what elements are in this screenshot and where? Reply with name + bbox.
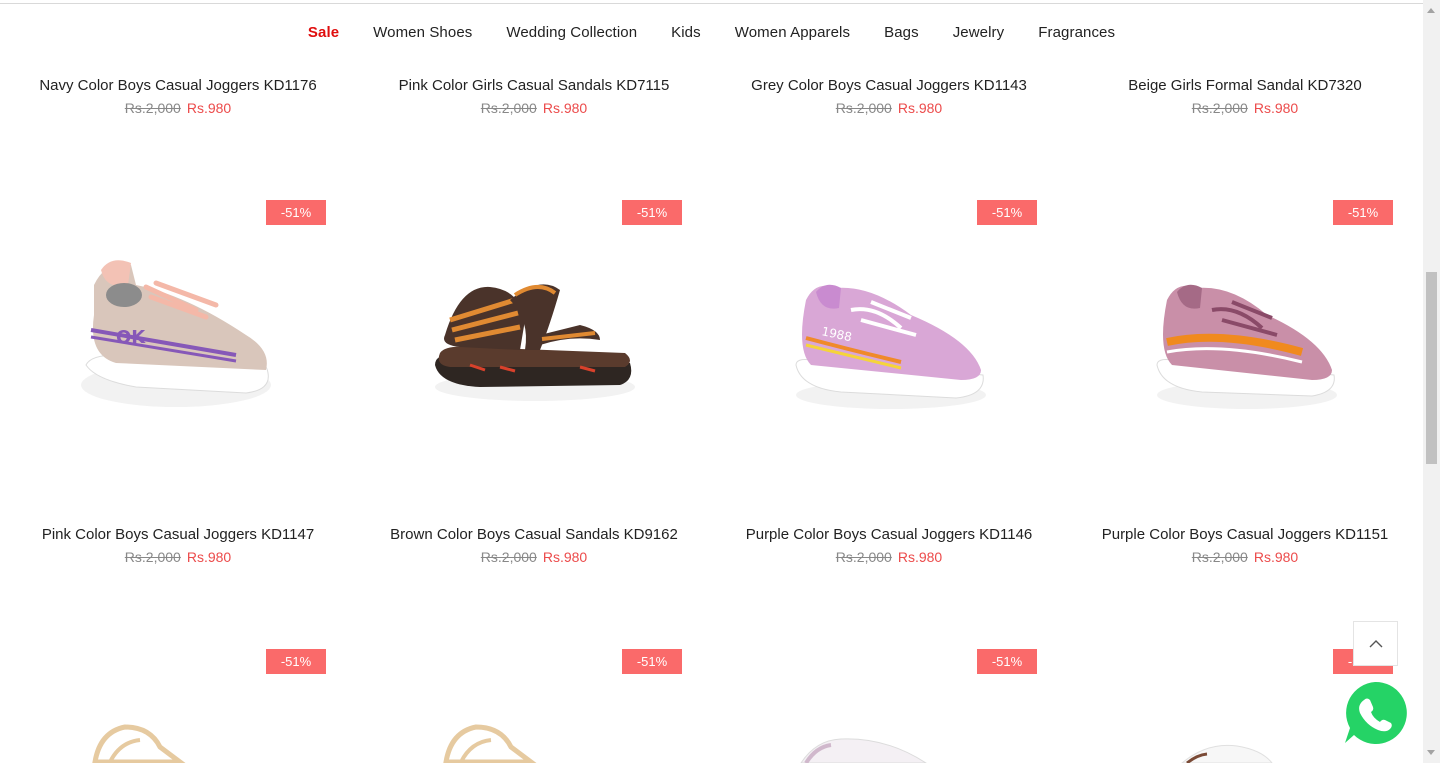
whatsapp-button[interactable] [1342, 680, 1408, 746]
chevron-up-icon [1369, 640, 1382, 648]
old-price: Rs.2,000 [124, 100, 181, 116]
product-grid: Navy Color Boys Casual Joggers KD1176 Rs… [0, 0, 1423, 763]
scroll-up-arrow[interactable] [1427, 8, 1435, 13]
product-image[interactable] [1152, 280, 1342, 410]
old-price: Rs.2,000 [835, 100, 892, 116]
whatsapp-icon [1345, 681, 1407, 744]
svg-text:OK: OK [116, 327, 146, 348]
old-price: Rs.2,000 [835, 549, 892, 565]
discount-badge: -51% [622, 649, 682, 674]
product-image[interactable] [90, 722, 190, 763]
discount-badge: -51% [977, 200, 1037, 225]
scroll-down-arrow[interactable] [1427, 750, 1435, 755]
sale-price: Rs.980 [1253, 100, 1299, 116]
page-scrollbar[interactable] [1423, 0, 1440, 763]
sale-price: Rs.980 [542, 549, 588, 565]
sale-price: Rs.980 [186, 549, 232, 565]
product-price: Rs.2,000 Rs.980 [356, 549, 712, 565]
product-title[interactable]: Purple Color Boys Casual Joggers KD1146 [711, 526, 1067, 543]
back-to-top-button[interactable] [1353, 621, 1398, 666]
old-price: Rs.2,000 [480, 549, 537, 565]
product-image[interactable] [441, 722, 541, 763]
old-price: Rs.2,000 [1191, 100, 1248, 116]
product-price: Rs.2,000 Rs.980 [711, 549, 1067, 565]
product-title[interactable]: Brown Color Boys Casual Sandals KD9162 [356, 526, 712, 543]
product-title[interactable]: Purple Color Boys Casual Joggers KD1151 [1067, 526, 1423, 543]
discount-badge: -51% [266, 649, 326, 674]
product-price: Rs.2,000 Rs.980 [0, 100, 356, 116]
product-title[interactable]: Navy Color Boys Casual Joggers KD1176 [0, 77, 356, 94]
discount-badge: -51% [622, 200, 682, 225]
product-title[interactable]: Pink Color Girls Casual Sandals KD7115 [356, 77, 712, 94]
discount-badge: -51% [1333, 200, 1393, 225]
old-price: Rs.2,000 [124, 549, 181, 565]
product-image[interactable] [430, 275, 640, 405]
discount-badge: -51% [266, 200, 326, 225]
product-title[interactable]: Beige Girls Formal Sandal KD7320 [1067, 77, 1423, 94]
scrollbar-thumb[interactable] [1426, 272, 1437, 464]
sale-price: Rs.980 [897, 100, 943, 116]
sale-price: Rs.980 [897, 549, 943, 565]
sale-price: Rs.980 [542, 100, 588, 116]
product-image[interactable]: 1988 [791, 280, 991, 410]
product-title[interactable]: Grey Color Boys Casual Joggers KD1143 [711, 77, 1067, 94]
product-price: Rs.2,000 Rs.980 [711, 100, 1067, 116]
product-price: Rs.2,000 Rs.980 [1067, 549, 1423, 565]
sale-price: Rs.980 [186, 100, 232, 116]
product-image[interactable] [796, 735, 936, 763]
product-price: Rs.2,000 Rs.980 [1067, 100, 1423, 116]
sale-price: Rs.980 [1253, 549, 1299, 565]
product-image[interactable] [1177, 740, 1277, 763]
product-price: Rs.2,000 Rs.980 [0, 549, 356, 565]
discount-badge: -51% [977, 649, 1037, 674]
product-image[interactable]: OK [76, 255, 276, 415]
product-title[interactable]: Pink Color Boys Casual Joggers KD1147 [0, 526, 356, 543]
old-price: Rs.2,000 [1191, 549, 1248, 565]
old-price: Rs.2,000 [480, 100, 537, 116]
product-price: Rs.2,000 Rs.980 [356, 100, 712, 116]
